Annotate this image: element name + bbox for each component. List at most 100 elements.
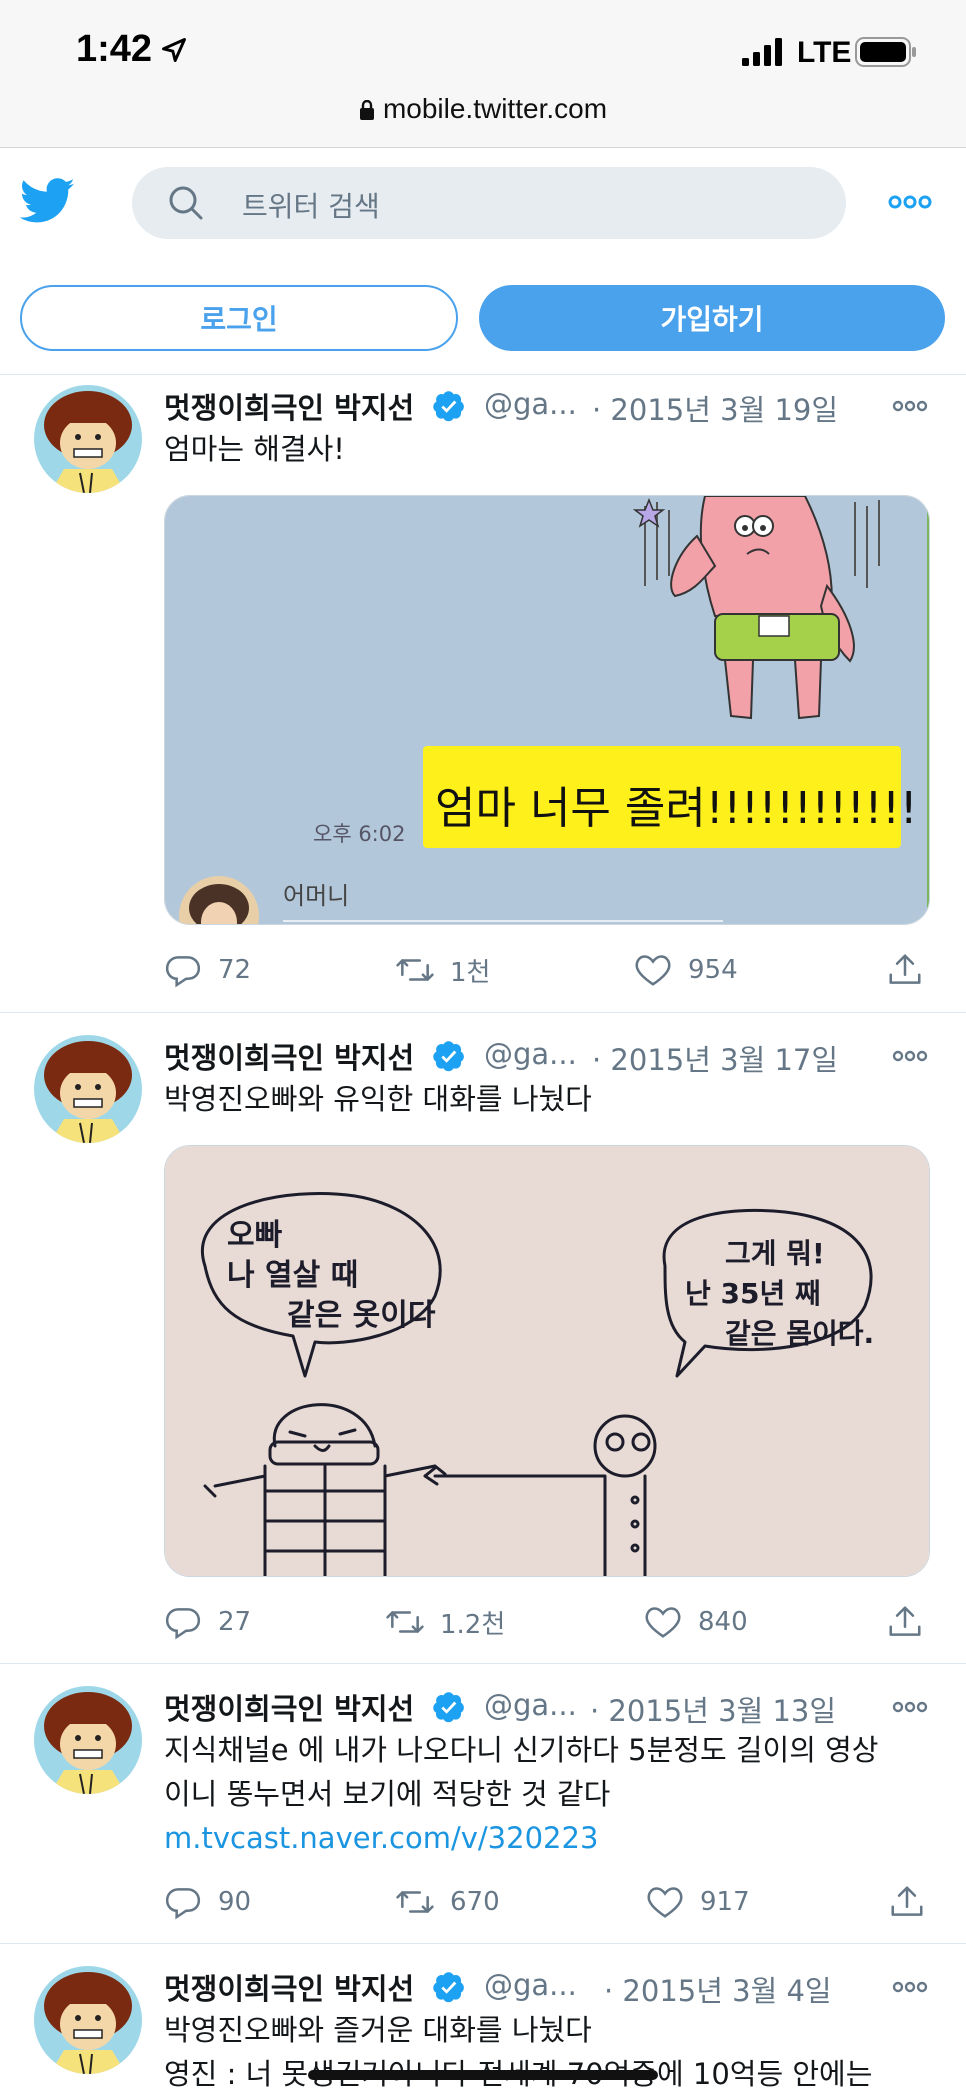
- reply-count: 27: [218, 1607, 252, 1637]
- share-button[interactable]: [886, 1600, 924, 1644]
- avatar[interactable]: [34, 1966, 142, 2074]
- heart-icon: [634, 951, 672, 989]
- verified-badge-icon: [432, 1039, 466, 1073]
- verified-badge-icon: [432, 1690, 466, 1724]
- tweet-date[interactable]: · 2015년 3월 4일: [604, 1968, 832, 2010]
- like-button[interactable]: 917: [646, 1880, 750, 1924]
- login-button[interactable]: 로그인: [20, 285, 458, 351]
- avatar[interactable]: [34, 1686, 142, 1794]
- tweet-more-icon[interactable]: [892, 1049, 928, 1063]
- twitter-bird-icon[interactable]: [20, 178, 76, 224]
- bubble-line: 나 열살 때: [227, 1258, 359, 1293]
- cartoon-image: [165, 1146, 929, 1576]
- chat-screenshot-image: [165, 496, 929, 924]
- tweet-text: 박영진오빠와 유익한 대화를 나눴다: [164, 1082, 592, 1116]
- verified-badge-icon: [432, 389, 466, 423]
- tweet-author-name[interactable]: 멋쟁이희극인 박지선: [164, 385, 414, 427]
- tweet-text: 지식채널e 에 내가 나오다니 신기하다 5분정도 길이의 영상 이니 똥누면서…: [164, 1728, 930, 1860]
- share-button[interactable]: [888, 1880, 926, 1924]
- tweet-author-handle[interactable]: @ga...: [484, 387, 577, 421]
- bubble-line: 오빠: [227, 1218, 283, 1253]
- tweet-date[interactable]: · 2015년 3월 19일: [592, 387, 838, 429]
- tweet-date[interactable]: · 2015년 3월 13일: [590, 1688, 836, 1730]
- heart-icon: [646, 1883, 684, 1921]
- tweet-actions: 72 1천 954: [164, 948, 934, 992]
- like-count: 954: [688, 955, 738, 985]
- like-button[interactable]: 954: [634, 948, 738, 992]
- share-button[interactable]: [886, 948, 924, 992]
- signup-button[interactable]: 가입하기: [479, 285, 945, 351]
- search-placeholder: 트위터 검색: [242, 190, 380, 223]
- tweet-author-name[interactable]: 멋쟁이희극인 박지선: [164, 1035, 414, 1077]
- bubble-line: 난 35년 째: [685, 1277, 821, 1310]
- home-indicator: [308, 2070, 658, 2080]
- chat-divider: [283, 920, 723, 922]
- reply-count: 72: [218, 955, 252, 985]
- like-count: 840: [698, 1607, 748, 1637]
- tweet-text-line: 박영진오빠와 즐거운 대화를 나눴다: [164, 2013, 592, 2047]
- more-options-icon[interactable]: [888, 190, 932, 214]
- tweet-more-icon[interactable]: [892, 1700, 928, 1714]
- reply-icon: [164, 951, 202, 989]
- chat-time-label: 오후 6:02: [313, 822, 406, 846]
- retweet-count: 1천: [450, 957, 491, 988]
- tweet-text: 박영진오빠와 즐거운 대화를 나눴다 영진 : 너 못생긴거아니다 전세계 70…: [164, 2008, 930, 2096]
- share-icon: [886, 951, 924, 989]
- tweet-text: 엄마는 해결사!: [164, 432, 345, 466]
- heart-icon: [644, 1603, 682, 1641]
- tweet-text-line: 지식채널e 에 내가 나오다니 신기하다 5분정도 길이의 영상: [164, 1733, 879, 1767]
- tweet-author-handle[interactable]: @ga...: [484, 1688, 577, 1722]
- reply-count: 90: [218, 1887, 252, 1917]
- tweet-actions: 27 1.2천 840: [164, 1600, 934, 1644]
- lock-icon: [359, 100, 374, 120]
- sender-avatar: [179, 876, 259, 924]
- bubble-line: 그게 뭐!: [725, 1237, 825, 1270]
- tweet[interactable]: 멋쟁이희극인 박지선 @ga... · 2015년 3월 13일 지식채널e 에…: [0, 1664, 966, 1944]
- reply-button[interactable]: 27: [164, 1600, 251, 1644]
- retweet-count: 1.2천: [440, 1609, 506, 1640]
- share-icon: [886, 1603, 924, 1641]
- tweet-actions: 90 670 917: [164, 1880, 934, 1924]
- bubble-line: 같은 옷이다: [287, 1298, 436, 1333]
- tweet[interactable]: 멋쟁이희극인 박지선 @ga... · 2015년 3월 17일 박영진오빠와 …: [0, 1013, 966, 1664]
- network-type: LTE: [797, 36, 852, 69]
- tweet-author-handle[interactable]: @ga...: [484, 1968, 577, 2002]
- tweet-text-line: 이니 똥누면서 보기에 적당한 것 같다: [164, 1777, 611, 1811]
- search-icon: [169, 186, 203, 220]
- retweet-icon: [396, 1883, 434, 1921]
- tweet-image[interactable]: 오빠 나 열살 때 같은 옷이다 그게 뭐! 난 35년 째 같은 몸이다.: [164, 1145, 930, 1577]
- chat-bubble-text: 엄마 너무 졸려!!!!!!!!!!!!: [435, 783, 918, 834]
- retweet-button[interactable]: 1천: [396, 948, 490, 992]
- reply-icon: [164, 1603, 202, 1641]
- tweet[interactable]: 멋쟁이희극인 박지선 @ga... · 2015년 3월 4일 박영진오빠와 즐…: [0, 1944, 966, 2091]
- tweet-date[interactable]: · 2015년 3월 17일: [592, 1037, 838, 1079]
- retweet-button[interactable]: 1.2천: [386, 1600, 505, 1644]
- share-icon: [888, 1883, 926, 1921]
- verified-badge-icon: [432, 1970, 466, 2004]
- retweet-button[interactable]: 670: [396, 1880, 500, 1924]
- reply-button[interactable]: 72: [164, 948, 251, 992]
- like-count: 917: [700, 1887, 750, 1917]
- search-input[interactable]: 트위터 검색: [132, 167, 846, 239]
- address-bar[interactable]: mobile.twitter.com: [0, 93, 966, 125]
- avatar[interactable]: [34, 1035, 142, 1143]
- tweet-link[interactable]: m.tvcast.naver.com/v/320223: [164, 1816, 930, 1860]
- tweet-more-icon[interactable]: [892, 1980, 928, 1994]
- tweet[interactable]: 멋쟁이희극인 박지선 @ga... · 2015년 3월 19일 엄마는 해결사…: [0, 375, 966, 1013]
- status-bar: 1:42 LTE mobile.twitter.com: [0, 0, 966, 148]
- clock: 1:42: [76, 28, 153, 70]
- avatar[interactable]: [34, 385, 142, 493]
- url-text: mobile.twitter.com: [382, 93, 608, 124]
- tweet-more-icon[interactable]: [892, 399, 928, 413]
- tweet-author-name[interactable]: 멋쟁이희극인 박지선: [164, 1686, 414, 1728]
- signal-icon: [742, 38, 782, 66]
- speech-bubble-left: 오빠 나 열살 때 같은 옷이다: [227, 1216, 435, 1336]
- tweet-author-handle[interactable]: @ga...: [484, 1037, 577, 1071]
- location-arrow-icon: [162, 38, 186, 62]
- speech-bubble-right: 그게 뭐! 난 35년 째 같은 몸이다.: [685, 1234, 874, 1354]
- tweet-author-name[interactable]: 멋쟁이희극인 박지선: [164, 1966, 414, 2008]
- tweet-image[interactable]: 엄마 너무 졸려!!!!!!!!!!!! 오후 6:02 어머니: [164, 495, 930, 925]
- reply-button[interactable]: 90: [164, 1880, 251, 1924]
- like-button[interactable]: 840: [644, 1600, 748, 1644]
- chat-sender-name: 어머니: [283, 882, 350, 910]
